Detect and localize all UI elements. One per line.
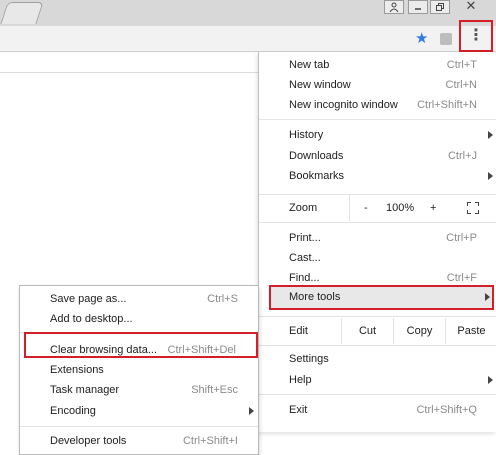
menu-item-more-tools[interactable]: More tools <box>269 285 494 310</box>
menu-item-new-incognito[interactable]: New incognito window Ctrl+Shift+N <box>259 96 496 116</box>
zoom-in-button[interactable]: + <box>430 202 436 214</box>
menu-separator <box>259 119 496 120</box>
browser-toolbar: ★ ⋮ <box>0 20 496 52</box>
submenu-item-add-desktop[interactable]: Add to desktop... <box>20 310 258 330</box>
zoom-row: Zoom - 100% + <box>259 195 496 221</box>
menu-item-history[interactable]: History <box>259 126 496 146</box>
menu-separator <box>259 222 496 223</box>
menu-item-downloads[interactable]: Downloads Ctrl+J <box>259 147 496 167</box>
zoom-out-button[interactable]: - <box>364 202 368 214</box>
chevron-right-icon <box>485 293 490 301</box>
minimize-icon[interactable] <box>408 0 428 14</box>
menu-separator <box>259 316 496 317</box>
title-bar: ✕ <box>0 0 496 26</box>
submenu-item-encoding[interactable]: Encoding <box>20 402 258 422</box>
chevron-right-icon <box>488 131 493 139</box>
submenu-item-developer-tools[interactable]: Developer tools Ctrl+Shift+I <box>20 432 258 452</box>
submenu-item-save-page[interactable]: Save page as... Ctrl+S <box>20 290 258 310</box>
menu-item-exit[interactable]: Exit Ctrl+Shift+Q <box>259 401 496 421</box>
menu-item-help[interactable]: Help <box>259 371 496 391</box>
menu-item-new-window[interactable]: New window Ctrl+N <box>259 76 496 96</box>
menu-item-bookmarks[interactable]: Bookmarks <box>259 167 496 187</box>
kebab-menu-button[interactable]: ⋮ <box>459 20 493 52</box>
paste-button[interactable]: Paste <box>445 318 496 344</box>
submenu-item-task-manager[interactable]: Task manager Shift+Esc <box>20 381 258 401</box>
close-icon[interactable]: ✕ <box>460 0 482 14</box>
user-icon[interactable] <box>384 0 404 14</box>
edit-row: Edit Cut Copy Paste <box>259 318 496 344</box>
menu-separator <box>20 426 258 427</box>
menu-separator <box>259 394 496 395</box>
zoom-controls: - 100% + <box>349 195 496 221</box>
more-tools-submenu: Save page as... Ctrl+S Add to desktop...… <box>19 285 259 455</box>
menu-item-new-tab[interactable]: New tab Ctrl+T <box>259 56 496 76</box>
chevron-right-icon <box>488 376 493 384</box>
submenu-item-extensions[interactable]: Extensions <box>20 361 258 381</box>
menu-item-settings[interactable]: Settings <box>259 350 496 370</box>
zoom-level: 100% <box>386 202 415 214</box>
menu-item-print[interactable]: Print... Ctrl+P <box>259 229 496 249</box>
fullscreen-icon[interactable] <box>467 202 479 214</box>
browser-tab[interactable] <box>0 2 44 24</box>
extension-icon[interactable] <box>440 33 452 45</box>
page-divider <box>0 72 260 73</box>
submenu-item-clear-browsing-data[interactable]: Clear browsing data... Ctrl+Shift+Del <box>20 341 258 361</box>
restore-icon[interactable] <box>430 0 450 14</box>
star-icon[interactable]: ★ <box>415 29 428 47</box>
chrome-main-menu: New tab Ctrl+T New window Ctrl+N New inc… <box>258 52 496 432</box>
menu-item-cast[interactable]: Cast... <box>259 249 496 269</box>
copy-button[interactable]: Copy <box>393 318 445 344</box>
chevron-right-icon <box>249 407 254 415</box>
chevron-right-icon <box>488 172 493 180</box>
cut-button[interactable]: Cut <box>341 318 393 344</box>
kebab-menu-icon: ⋮ <box>468 27 484 44</box>
menu-separator <box>259 345 496 346</box>
